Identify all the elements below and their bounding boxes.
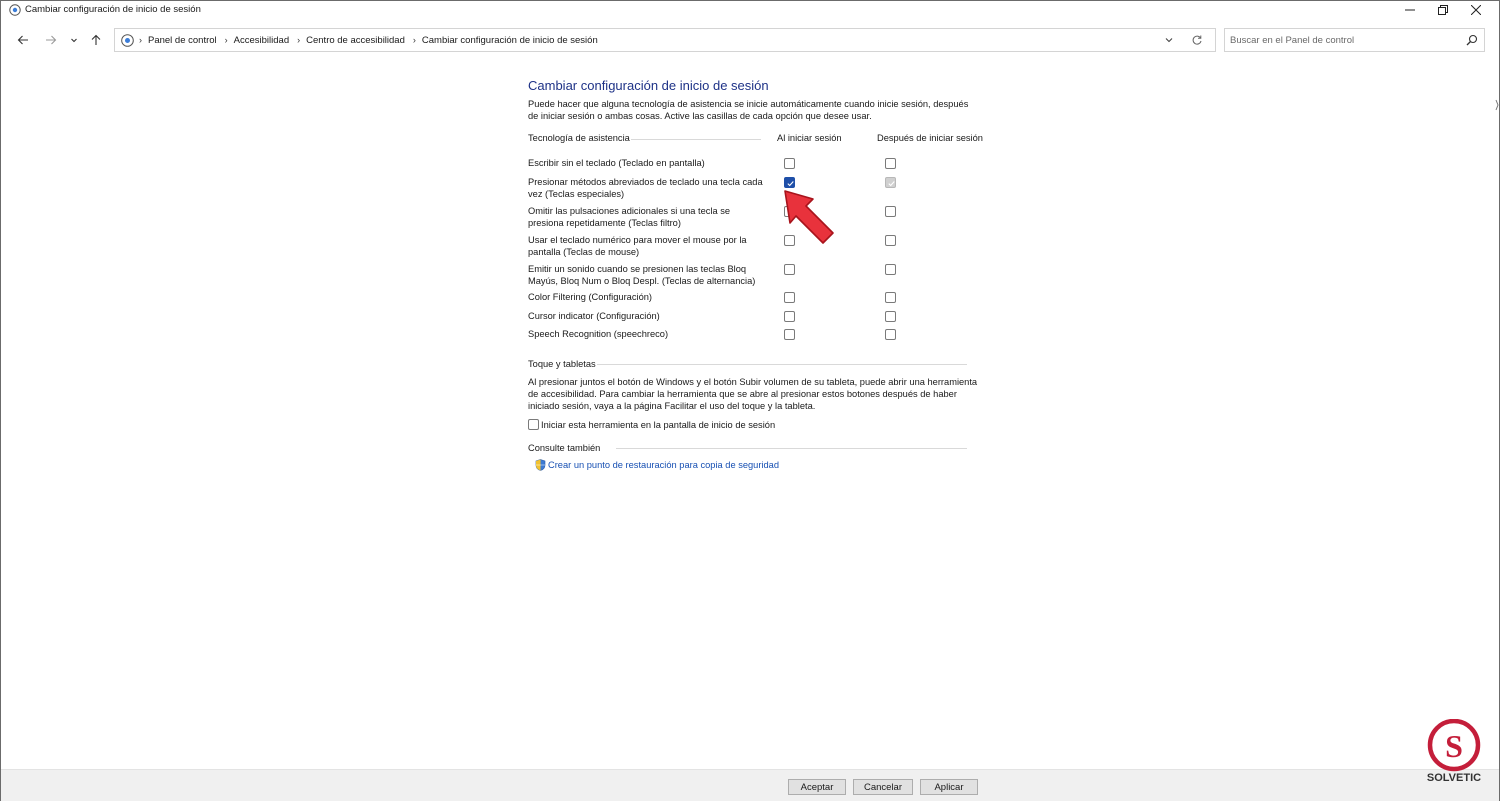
option-label-cursor-indicator: Cursor indicator (Configuración) xyxy=(528,311,660,321)
breadcrumb-centro-accesibilidad[interactable]: Centro de accesibilidad xyxy=(306,35,405,46)
intro-text: Puede hacer que alguna tecnología de asi… xyxy=(528,99,969,121)
touch-section-divider xyxy=(597,364,967,365)
shield-icon xyxy=(535,459,546,471)
apply-button[interactable]: Aplicar xyxy=(920,779,978,795)
chevron-down-icon xyxy=(71,38,77,43)
forward-arrow-icon xyxy=(46,35,57,45)
forward-button[interactable] xyxy=(43,32,59,48)
navigation-bar: › Panel de control › Accesibilidad › Cen… xyxy=(1,25,1499,55)
restore-point-link[interactable]: Crear un punto de restauración para copi… xyxy=(548,460,779,470)
address-bar[interactable]: › Panel de control › Accesibilidad › Cen… xyxy=(114,28,1216,52)
breadcrumb-separator-icon: › xyxy=(297,35,301,45)
close-icon xyxy=(1471,5,1481,15)
window-title: Cambiar configuración de inicio de sesió… xyxy=(25,4,201,15)
touch-section-text: Al presionar juntos el botón de Windows … xyxy=(528,377,978,411)
option-label-mouse-keys: Usar el teclado numérico para mover el m… xyxy=(528,235,747,257)
breadcrumb-separator-icon: › xyxy=(224,35,228,45)
option-label-on-screen-keyboard: Escribir sin el teclado (Teclado en pant… xyxy=(528,158,705,168)
checkbox-after-signin-toggle-keys[interactable] xyxy=(885,264,896,275)
scrollbar-indicator-icon[interactable] xyxy=(1495,98,1499,112)
breadcrumb-panel-de-control[interactable]: Panel de control xyxy=(148,35,217,46)
address-dropdown-icon[interactable] xyxy=(1163,34,1175,46)
checkbox-at-signin-sticky-keys[interactable] xyxy=(784,177,795,188)
option-label-sticky-keys: Presionar métodos abreviados de teclado … xyxy=(528,177,763,199)
watermark-logo-icon: S SOLVETIC xyxy=(1427,719,1481,784)
minimize-icon xyxy=(1405,9,1415,11)
checkbox-after-signin-sticky-keys xyxy=(885,177,896,188)
option-label-color-filtering: Color Filtering (Configuración) xyxy=(528,292,653,302)
checkbox-at-signin-color-filtering[interactable] xyxy=(784,292,795,303)
see-also-heading: Consulte también xyxy=(528,443,601,453)
option-label-filter-keys: Omitir las pulsaciones adicionales si un… xyxy=(528,206,731,228)
checkbox-after-signin-speech-recognition[interactable] xyxy=(885,329,896,340)
checkbox-after-signin-filter-keys[interactable] xyxy=(885,206,896,217)
svg-text:SOLVETIC: SOLVETIC xyxy=(1427,772,1481,784)
accept-button[interactable]: Aceptar xyxy=(788,779,846,795)
control-panel-window: Cambiar configuración de inicio de sesió… xyxy=(0,0,1500,801)
close-button[interactable] xyxy=(1459,1,1493,19)
column-header-at-signin: Al iniciar sesión xyxy=(777,133,842,143)
checkbox-after-signin-color-filtering[interactable] xyxy=(885,292,896,303)
checkbox-after-signin-cursor-indicator[interactable] xyxy=(885,311,896,322)
up-arrow-icon xyxy=(91,34,101,45)
column-header-divider xyxy=(631,139,761,140)
control-panel-location-icon xyxy=(121,34,134,47)
dialog-button-bar: Aceptar Cancelar Aplicar xyxy=(1,769,1499,801)
search-icon[interactable] xyxy=(1466,34,1478,46)
search-box[interactable] xyxy=(1224,28,1485,52)
title-bar: Cambiar configuración de inicio de sesió… xyxy=(1,1,1499,19)
up-button[interactable] xyxy=(88,32,104,48)
see-also-divider xyxy=(616,448,967,449)
checkmark-icon xyxy=(787,181,794,187)
checkbox-touch-tool-signin[interactable] xyxy=(528,419,539,430)
breadcrumb-current-page[interactable]: Cambiar configuración de inicio de sesió… xyxy=(422,35,598,46)
checkbox-at-signin-speech-recognition[interactable] xyxy=(784,329,795,340)
touch-section-heading: Toque y tabletas xyxy=(528,359,596,369)
minimize-button[interactable] xyxy=(1393,1,1427,19)
column-header-technology: Tecnología de asistencia xyxy=(528,133,630,143)
page-title: Cambiar configuración de inicio de sesió… xyxy=(528,78,769,93)
checkbox-after-signin-on-screen-keyboard[interactable] xyxy=(885,158,896,169)
restore-button[interactable] xyxy=(1426,1,1460,19)
option-label-speech-recognition: Speech Recognition (speechreco) xyxy=(528,329,669,339)
checkmark-icon xyxy=(888,181,895,187)
red-pointer-arrow-icon xyxy=(784,190,834,244)
breadcrumb-separator-icon: › xyxy=(412,35,416,45)
checkbox-after-signin-mouse-keys[interactable] xyxy=(885,235,896,246)
recent-locations-button[interactable] xyxy=(66,32,82,48)
back-button[interactable] xyxy=(15,32,31,48)
checkbox-at-signin-cursor-indicator[interactable] xyxy=(784,311,795,322)
breadcrumb: › Panel de control › Accesibilidad › Cen… xyxy=(139,29,606,51)
breadcrumb-separator-icon: › xyxy=(139,35,142,45)
option-label-toggle-keys: Emitir un sonido cuando se presionen las… xyxy=(528,264,756,286)
breadcrumb-accesibilidad[interactable]: Accesibilidad xyxy=(234,35,289,46)
back-arrow-icon xyxy=(17,35,28,45)
svg-text:S: S xyxy=(1445,728,1463,764)
refresh-icon[interactable] xyxy=(1191,34,1203,46)
search-input[interactable] xyxy=(1230,32,1450,48)
cancel-button[interactable]: Cancelar xyxy=(853,779,913,795)
column-header-after-signin: Después de iniciar sesión xyxy=(877,133,983,143)
checkbox-at-signin-on-screen-keyboard[interactable] xyxy=(784,158,795,169)
control-panel-icon xyxy=(9,4,21,16)
touch-checkbox-label[interactable]: Iniciar esta herramienta en la pantalla … xyxy=(541,419,941,431)
restore-icon xyxy=(1438,5,1448,15)
checkbox-at-signin-toggle-keys[interactable] xyxy=(784,264,795,275)
